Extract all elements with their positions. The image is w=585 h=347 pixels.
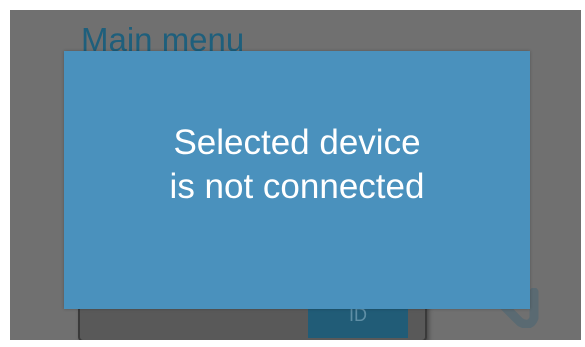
dialog-message-line-2: is not connected — [169, 167, 425, 206]
app-screen: Main menu ID Selected device is not conn… — [10, 10, 581, 340]
dialog-message-line-1: Selected device — [173, 123, 421, 162]
dialog-message: Selected device is not connected — [64, 121, 530, 209]
not-connected-dialog[interactable]: Selected device is not connected — [64, 51, 530, 309]
